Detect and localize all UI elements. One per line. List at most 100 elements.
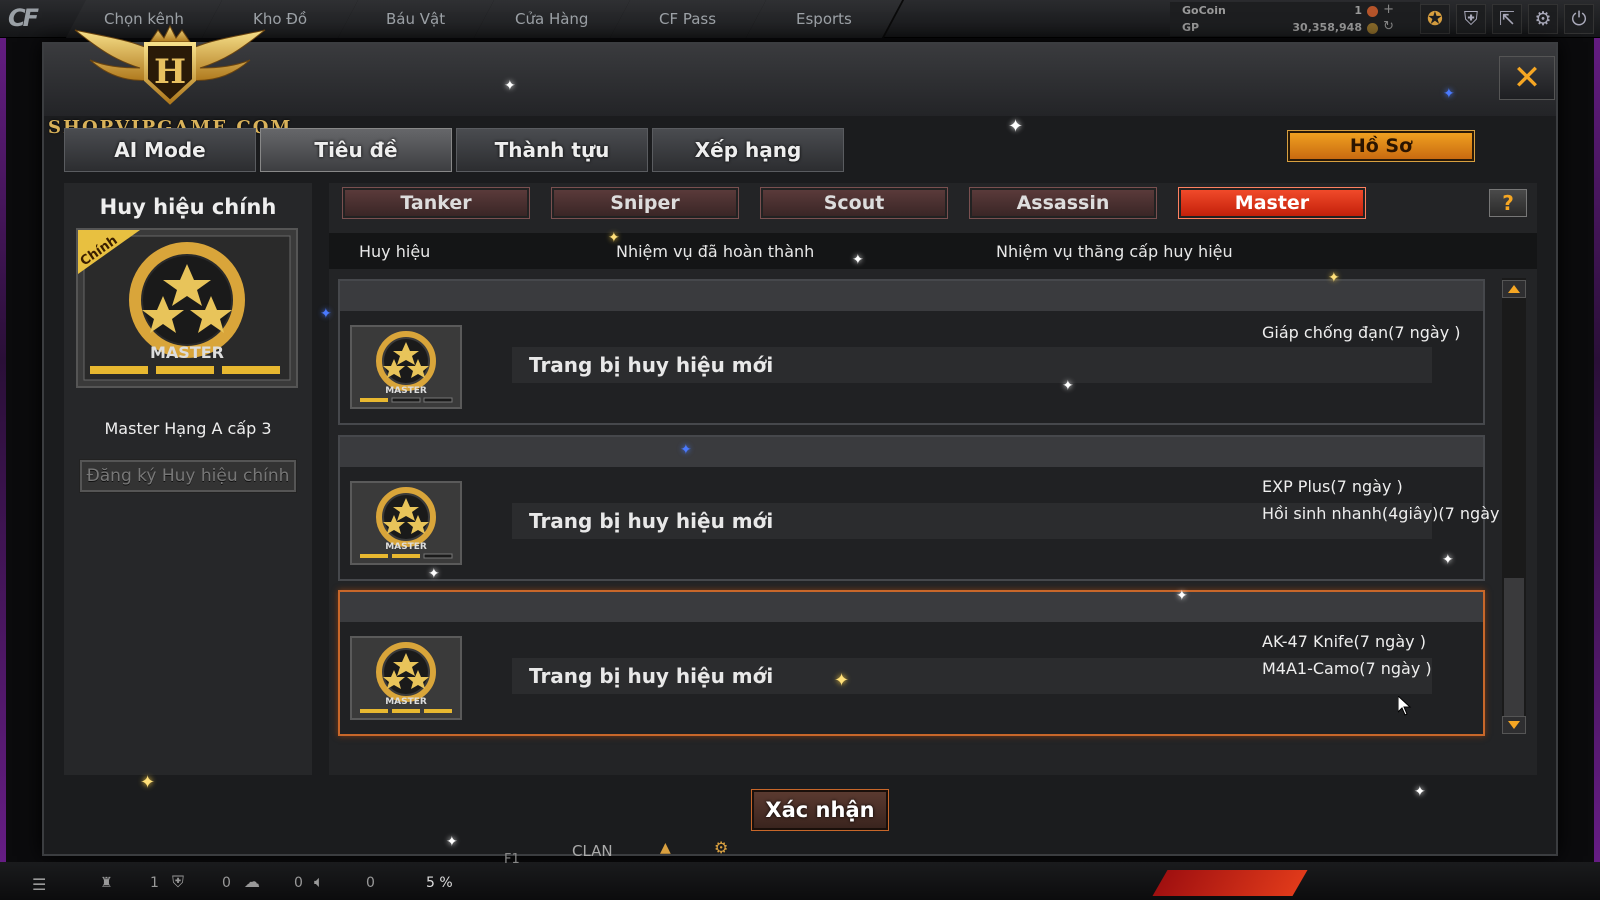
confirm-button[interactable]: Xác nhận (751, 789, 889, 831)
refresh-icon[interactable]: ↻ (1383, 19, 1394, 34)
tab-ai-mode[interactable]: AI Mode (64, 128, 256, 172)
class-tab-sniper[interactable]: Sniper (551, 187, 739, 219)
tab-label: AI Mode (114, 138, 206, 162)
class-tab-scout[interactable]: Scout (760, 187, 948, 219)
reward-text: Giáp chống đạn(7 ngày ) (1262, 323, 1461, 342)
gp-icon (1367, 23, 1378, 34)
register-main-badge-button[interactable]: Đăng ký Huy hiệu chính (79, 459, 297, 493)
count-value: 1 (150, 875, 159, 891)
f1-key-label[interactable]: F1 (504, 852, 520, 867)
count-value: 0 (222, 875, 231, 891)
close-button[interactable]: ✕ (1499, 56, 1555, 100)
scrollbar-thumb[interactable] (1504, 578, 1524, 718)
badge-label: MASTER (150, 343, 224, 362)
tab-label: Xếp hạng (694, 138, 802, 162)
reward-text: EXP Plus(7 ngày ) (1262, 477, 1403, 496)
class-tab-label: Scout (823, 192, 885, 214)
gp-label: GP (1182, 21, 1200, 34)
nav-tab-treasure[interactable]: Báu Vật (337, 0, 497, 38)
column-completed: Nhiệm vụ đã hoàn thành (616, 242, 815, 261)
class-tab-tanker[interactable]: Tanker (342, 187, 530, 219)
team-icon[interactable]: ♜ (100, 875, 113, 891)
main-badge-image: MASTER Chính (76, 228, 298, 388)
main-badge-title: Huy hiệu chính (99, 195, 277, 219)
nav-tab-shop[interactable]: Cửa Hàng (473, 0, 633, 38)
rank-emblem-icon[interactable]: ✪ (1420, 4, 1450, 34)
class-tab-label: Tanker (400, 192, 472, 214)
sparkle-icon: ✦ (1443, 86, 1455, 102)
help-button[interactable]: ? (1489, 189, 1527, 217)
exit-room-icon[interactable]: ⇱ (1492, 4, 1522, 34)
row-badge-slot: MASTER (350, 481, 462, 565)
nav-tab-esports[interactable]: Esports (745, 0, 905, 38)
sparkle-icon: ✦ (140, 772, 156, 793)
wallet-panel: GoCoin 1 + GP 30,358,948 ↻ (1170, 2, 1420, 36)
speaker-icon[interactable]: 🔈︎ (314, 872, 324, 892)
gear-icon[interactable]: ⚙ (1528, 4, 1558, 34)
column-upgrade: Nhiệm vụ thăng cấp huy hiệu (996, 242, 1233, 261)
class-tab-master[interactable]: Master (1178, 187, 1366, 219)
dialog-header (44, 44, 1556, 116)
red-banner (1152, 870, 1308, 896)
badge-row-selected[interactable]: MASTER Trang bị huy hiệu mới AK-47 Knife… (338, 590, 1485, 736)
badge-row[interactable]: MASTER Trang bị huy hiệu mới EXP Plus(7 … (338, 435, 1499, 581)
scroll-up-button[interactable] (1502, 280, 1526, 298)
sparkle-icon: ✦ (1062, 378, 1074, 394)
sparkle-icon: ✦ (852, 252, 864, 268)
mission-text: Trang bị huy hiệu mới (529, 353, 774, 377)
watermark-letter: H (154, 52, 186, 92)
gocoin-label: GoCoin (1182, 4, 1226, 17)
badge-label: MASTER (385, 697, 427, 707)
badge-row[interactable]: MASTER Trang bị huy hiệu mới Giáp chống … (338, 279, 1485, 425)
scroll-down-button[interactable] (1502, 716, 1526, 734)
watermark-logo-icon: H (74, 24, 266, 105)
master-badge-icon: MASTER Chính (78, 230, 296, 386)
class-tab-assassin[interactable]: Assassin (969, 187, 1157, 219)
shield-icon[interactable]: ⛨ (1456, 4, 1486, 34)
add-gocoin-icon[interactable]: + (1383, 2, 1394, 17)
sparkle-icon: ✦ (1328, 270, 1340, 286)
sparkle-icon: ✦ (504, 78, 516, 94)
main-badge-name: Master Hạng A cấp 3 (104, 419, 272, 438)
sparkle-icon: ✦ (608, 230, 620, 246)
class-tab-label: Sniper (610, 192, 680, 214)
count-value: 0 (366, 875, 375, 891)
sparkle-icon: ✦ (320, 306, 332, 322)
column-header: Huy hiệu Nhiệm vụ đã hoàn thành Nhiệm vụ… (329, 233, 1537, 269)
nav-tab-label: CF Pass (659, 10, 717, 28)
sparkle-icon: ✦ (428, 566, 440, 582)
gear-small-icon[interactable]: ⚙ (714, 838, 728, 857)
badge-label: MASTER (385, 386, 427, 396)
tab-ranking[interactable]: Xếp hạng (652, 128, 844, 172)
up-arrow-icon[interactable]: ▲ (660, 840, 671, 856)
tab-label: Tiêu đề (314, 138, 398, 162)
master-badge-icon: MASTER (352, 638, 460, 718)
shield-small-icon[interactable]: ⛨ (172, 872, 184, 892)
sparkle-icon: ✦ (834, 670, 850, 691)
menu-icon[interactable]: ☰ (32, 875, 46, 894)
chat-icon[interactable]: ☁ (244, 872, 260, 891)
reward-text: AK-47 Knife(7 ngày ) (1262, 632, 1426, 651)
row-header (340, 281, 1483, 311)
power-icon[interactable]: ⏻ (1564, 4, 1594, 34)
clan-label[interactable]: CLAN (572, 842, 613, 860)
gocoin-icon (1367, 6, 1378, 17)
sparkle-icon: ✦ (446, 834, 458, 850)
sparkle-icon: ✦ (1008, 116, 1024, 137)
tab-achievements[interactable]: Thành tựu (456, 128, 648, 172)
frame-glow-left (0, 0, 6, 900)
profile-button[interactable]: Hồ Sơ (1287, 130, 1475, 162)
class-tab-label: Master (1234, 192, 1310, 214)
mission-text: Trang bị huy hiệu mới (529, 664, 774, 688)
nav-tab-label: Esports (796, 10, 852, 28)
tab-title[interactable]: Tiêu đề (260, 128, 452, 172)
row-header (340, 592, 1483, 622)
row-badge-slot: MASTER (350, 636, 462, 720)
sparkle-icon: ✦ (1414, 784, 1426, 800)
nav-tab-cf-pass[interactable]: CF Pass (609, 0, 769, 38)
mouse-cursor-icon (1398, 696, 1412, 716)
frame-glow-right (1594, 0, 1600, 900)
row-badge-slot: MASTER (350, 325, 462, 409)
bottom-status-bar: ☰ ♜ 1 ⛨ 0 ☁ 0 🔈︎ 0 5 % F1 CLAN ▲ ⚙ (0, 838, 1600, 900)
cf-logo-icon[interactable]: CF (8, 4, 64, 34)
